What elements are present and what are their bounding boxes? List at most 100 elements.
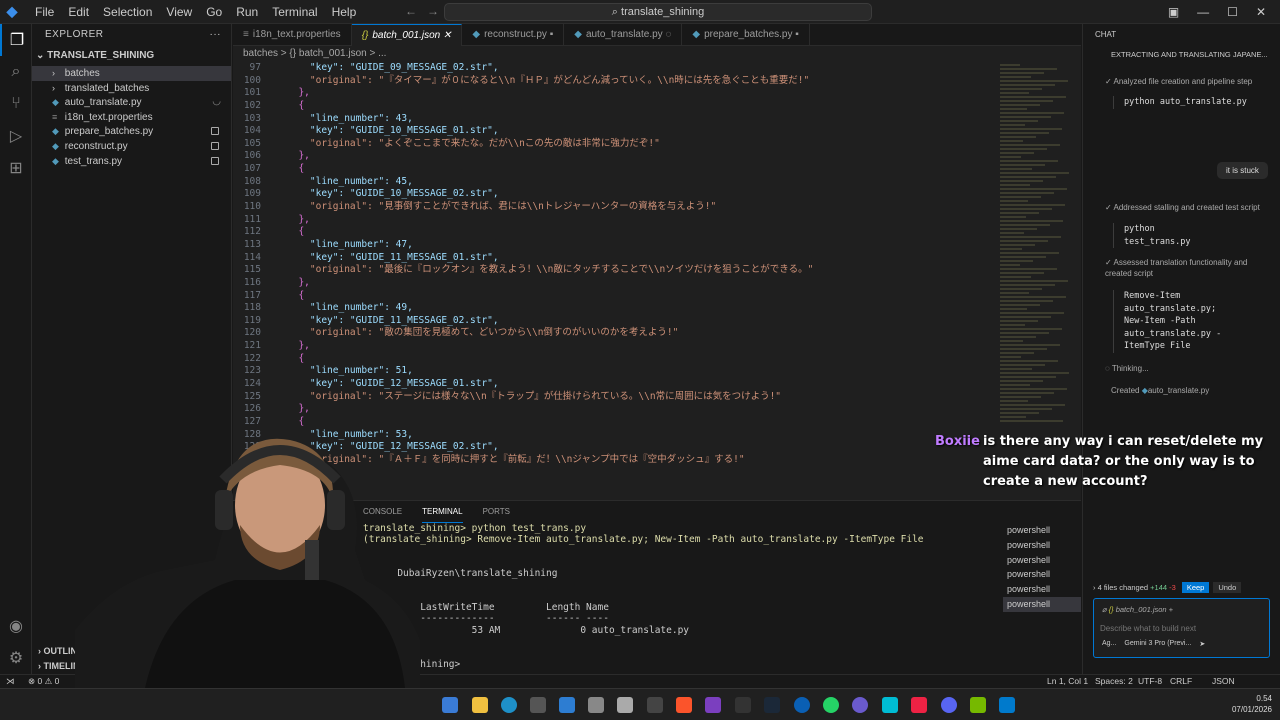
maximize-button[interactable]: ☐	[1227, 5, 1238, 19]
code-line[interactable]: 121 },	[233, 340, 996, 353]
search-activity-icon[interactable]: ⌕	[0, 56, 32, 88]
tab-batch-001[interactable]: {} batch_001.json ✕	[351, 24, 463, 46]
clock[interactable]: 0.54 07/01/2026	[1232, 693, 1272, 715]
whatsapp-icon[interactable]	[823, 697, 839, 713]
code-line[interactable]: 119 "key": "GUIDE_11_MESSAGE_02.str",	[233, 315, 996, 328]
task-view-icon[interactable]	[442, 697, 458, 713]
terminal-instance[interactable]: powershell	[1003, 582, 1081, 597]
cursor-position[interactable]: Ln 1, Col 1	[1047, 675, 1088, 688]
eol[interactable]: CRLF	[1170, 675, 1192, 688]
chat-input-box[interactable]: ⌀ {} batch_001.json + Ag... Gemini 3 Pro …	[1093, 598, 1270, 658]
menu-view[interactable]: View	[159, 5, 199, 19]
app-icon[interactable]	[852, 697, 868, 713]
file-test-trans[interactable]: ◆ test_trans.py	[32, 154, 231, 169]
folder-batches[interactable]: › batches	[32, 66, 231, 81]
accounts-icon[interactable]: ◉	[0, 610, 32, 642]
menu-run[interactable]: Run	[229, 5, 265, 19]
tab-reconstruct[interactable]: ◆ reconstruct.py ▪	[462, 24, 565, 46]
chat-command-3[interactable]: Remove-Item auto_translate.py; New-Item …	[1113, 290, 1268, 353]
keep-button[interactable]: Keep	[1181, 582, 1210, 593]
chat-input[interactable]	[1100, 624, 1260, 633]
layout-icon[interactable]: ▣	[1168, 5, 1179, 19]
terminal-instance[interactable]: powershell	[1003, 553, 1081, 568]
chat-command-2[interactable]: python test_trans.py	[1113, 223, 1268, 249]
code-line[interactable]: 124 "key": "GUIDE_12_MESSAGE_01.str",	[233, 378, 996, 391]
tab-prepare-batches[interactable]: ◆ prepare_batches.py ▪	[682, 24, 810, 46]
file-prepare-batches[interactable]: ◆ prepare_batches.py	[32, 124, 231, 139]
code-line[interactable]: 97 "key": "GUIDE_09_MESSAGE_02.str",	[233, 62, 996, 75]
app-icon[interactable]	[617, 697, 633, 713]
code-line[interactable]: 113 "line_number": 47,	[233, 239, 996, 252]
file-reconstruct[interactable]: ◆ reconstruct.py	[32, 139, 231, 154]
menu-go[interactable]: Go	[199, 5, 229, 19]
app-icon[interactable]	[735, 697, 751, 713]
chat-command-1[interactable]: python auto_translate.py	[1113, 96, 1268, 109]
context-chip[interactable]: ⌀ {} batch_001.json +	[1094, 599, 1269, 620]
extensions-icon[interactable]: ⊞	[0, 152, 32, 184]
terminal-instance[interactable]: powershell	[1003, 523, 1081, 538]
terminal-app-icon[interactable]	[647, 697, 663, 713]
breadcrumb[interactable]: batches > {} batch_001.json > ...	[233, 46, 1081, 62]
edge-icon[interactable]	[501, 697, 517, 713]
add-context-icon[interactable]: +	[1169, 605, 1173, 614]
store-icon[interactable]	[530, 697, 546, 713]
remote-icon[interactable]: ⋊	[6, 675, 15, 688]
menu-help[interactable]: Help	[325, 5, 364, 19]
code-line[interactable]: 105 "original": "よくぞここまで来たな。だが\\nこの先の敵は非…	[233, 138, 996, 151]
undo-button[interactable]: Undo	[1213, 582, 1242, 593]
tab-ports[interactable]: PORTS	[483, 501, 510, 523]
explorer-icon[interactable]: ❐	[0, 24, 32, 56]
code-line[interactable]: 107 {	[233, 163, 996, 176]
code-line[interactable]: 111 },	[233, 214, 996, 227]
code-line[interactable]: 104 "key": "GUIDE_10_MESSAGE_01.str",	[233, 125, 996, 138]
model-selector[interactable]: Gemini 3 Pro (Previ...	[1124, 640, 1191, 648]
code-line[interactable]: 103 "line_number": 43,	[233, 113, 996, 126]
tab-i18n-text[interactable]: ≡ i18n_text.properties	[233, 24, 352, 46]
source-control-icon[interactable]: ⑂	[0, 88, 32, 120]
code-line[interactable]: 100 "original": "『タイマー』が０になると\\n『ＨＰ』がどんど…	[233, 75, 996, 88]
send-icon[interactable]: ➤	[1199, 640, 1205, 648]
app-icon[interactable]	[559, 697, 575, 713]
code-line[interactable]: 110 "original": "見事倒すことができれば、君には\\nトレジャー…	[233, 201, 996, 214]
tab-terminal[interactable]: TERMINAL	[422, 501, 463, 523]
attach-icon[interactable]: ⌀	[1102, 605, 1109, 614]
problems-indicator[interactable]: ⊗ 0 ⚠ 0	[28, 675, 59, 688]
vscode-taskbar-icon[interactable]	[999, 697, 1015, 713]
close-window-button[interactable]: ✕	[1256, 5, 1266, 19]
code-line[interactable]: 117 {	[233, 290, 996, 303]
code-line[interactable]: 120 "original": "敵の集団を見極めて、どいつから\\n倒すのがい…	[233, 327, 996, 340]
encoding[interactable]: UTF-8	[1138, 675, 1162, 688]
minimize-button[interactable]: —	[1197, 5, 1209, 19]
nav-arrows[interactable]: ←→	[405, 4, 449, 18]
tab-auto-translate[interactable]: ◆ auto_translate.py ◌	[564, 24, 683, 46]
code-line[interactable]: 102 {	[233, 100, 996, 113]
app-icon[interactable]	[588, 697, 604, 713]
terminal-instance[interactable]: powershell	[1003, 596, 1081, 612]
code-line[interactable]: 112 {	[233, 226, 996, 239]
app-icon[interactable]	[794, 697, 810, 713]
file-i18n-text[interactable]: ≡ i18n_text.properties	[32, 110, 231, 125]
brave-icon[interactable]	[676, 697, 692, 713]
run-debug-icon[interactable]: ▷	[0, 120, 32, 152]
visual-studio-icon[interactable]	[705, 697, 721, 713]
menu-selection[interactable]: Selection	[96, 5, 159, 19]
code-line[interactable]: 123 "line_number": 51,	[233, 365, 996, 378]
code-line[interactable]: 125 "original": "ステージには様々な\\n『トラップ』が仕掛けら…	[233, 391, 996, 404]
steam-icon[interactable]	[764, 697, 780, 713]
code-line[interactable]: 109 "key": "GUIDE_10_MESSAGE_02.str",	[233, 188, 996, 201]
indentation[interactable]: Spaces: 2	[1095, 675, 1133, 688]
menu-file[interactable]: File	[28, 5, 61, 19]
app-icon[interactable]	[882, 697, 898, 713]
close-tab-icon[interactable]: ✕	[443, 30, 451, 41]
code-line[interactable]: 108 "line_number": 45,	[233, 176, 996, 189]
folder-translated-batches[interactable]: › translated_batches	[32, 81, 231, 96]
agent-selector[interactable]: Ag...	[1102, 640, 1116, 648]
menu-edit[interactable]: Edit	[61, 5, 96, 19]
code-line[interactable]: 114 "key": "GUIDE_11_MESSAGE_01.str",	[233, 252, 996, 265]
discord-icon[interactable]	[941, 697, 957, 713]
created-file[interactable]: auto_translate.py	[1148, 386, 1209, 395]
code-line[interactable]: 101 },	[233, 87, 996, 100]
code-line[interactable]: 122 {	[233, 353, 996, 366]
code-line[interactable]: 127 {	[233, 416, 996, 429]
app-icon[interactable]	[911, 697, 927, 713]
